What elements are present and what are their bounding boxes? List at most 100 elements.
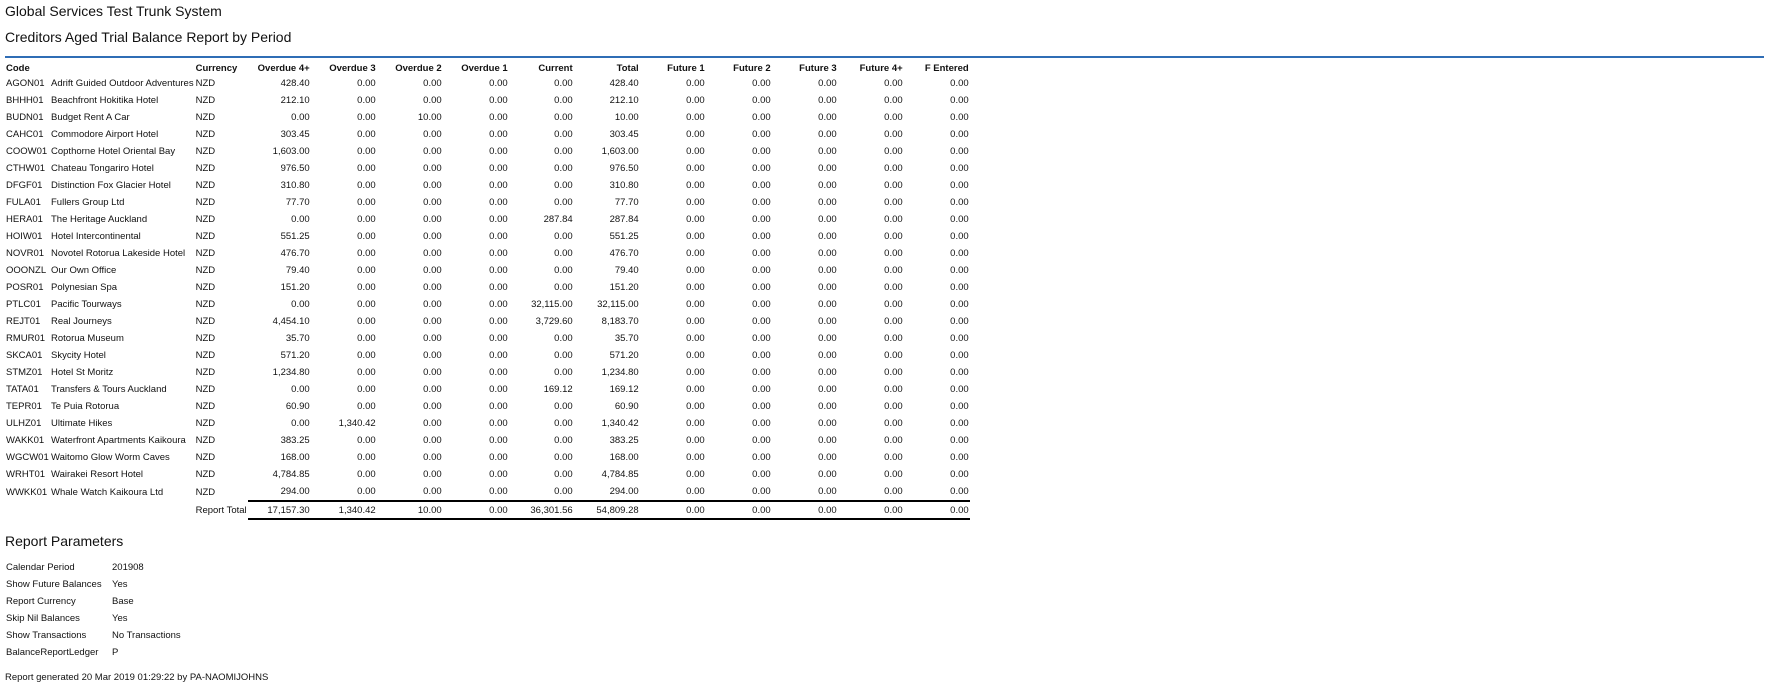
amount-cell: 60.90	[285, 401, 310, 412]
amount-cell: 0.00	[554, 248, 573, 259]
creditor-code: FULA01	[6, 197, 41, 208]
amount-cell: 0.00	[950, 129, 969, 140]
amount-cell: 0.00	[950, 435, 969, 446]
amount-cell: 0.00	[423, 316, 442, 327]
amount-cell: 0.00	[752, 112, 771, 123]
params-title: Report Parameters	[5, 533, 124, 549]
param-label: Report Currency	[6, 596, 76, 607]
amount-cell: 0.00	[818, 265, 837, 276]
amount-cell: 0.00	[752, 299, 771, 310]
amount-cell: 0.00	[950, 282, 969, 293]
amount-cell: 0.00	[554, 163, 573, 174]
amount-cell: 0.00	[686, 112, 705, 123]
amount-cell: 0.00	[818, 112, 837, 123]
total-amount-cell: 36,301.56	[508, 500, 574, 520]
amount-cell: 571.20	[280, 350, 310, 361]
title-divider	[5, 56, 1764, 58]
amount-cell: 0.00	[423, 78, 442, 89]
creditor-name: Te Puia Rotorua	[51, 401, 120, 412]
param-label: Show Transactions	[6, 630, 87, 641]
amount-cell: 0.00	[357, 248, 376, 259]
amount-cell: 0.00	[357, 214, 376, 225]
creditor-code: WRHT01	[6, 469, 46, 480]
column-header: Future 1	[667, 62, 705, 74]
amount-cell: 976.50	[609, 163, 639, 174]
amount-cell: 0.00	[423, 401, 442, 412]
amount-cell: 32,115.00	[531, 299, 573, 310]
amount-cell: 0.00	[423, 299, 442, 310]
amount-cell: 287.84	[609, 214, 639, 225]
table-row: RMUR01 Rotorua Museum NZD 35.70 0.00 0.00 0.00…	[5, 330, 970, 347]
amount-cell: 294.00	[609, 486, 639, 497]
amount-cell: 0.00	[686, 384, 705, 395]
amount-cell: 0.00	[357, 112, 376, 123]
amount-cell: 0.00	[489, 316, 508, 327]
column-header: Overdue 2	[395, 62, 442, 74]
amount-cell: 0.00	[950, 146, 969, 157]
amount-cell: 0.00	[950, 299, 969, 310]
currency-cell: NZD	[195, 401, 216, 412]
amount-cell: 0.00	[291, 299, 310, 310]
amount-cell: 0.00	[950, 367, 969, 378]
column-header	[50, 61, 195, 75]
table-row: PTLC01 Pacific Tourways NZD 0.00 0.00 0.00 0.0…	[5, 296, 970, 313]
column-header: F Entered	[924, 62, 969, 74]
amount-cell: 0.00	[686, 146, 705, 157]
creditor-name: Rotorua Museum	[51, 333, 124, 344]
amount-cell: 0.00	[818, 469, 837, 480]
total-amount-cell: 0.00	[639, 500, 706, 520]
amount-cell: 0.00	[554, 146, 573, 157]
column-header: Overdue 4+	[257, 62, 310, 74]
amount-cell: 0.00	[686, 367, 705, 378]
creditor-code: OOONZL	[6, 265, 47, 276]
creditor-code: BUDN01	[6, 112, 44, 123]
currency-cell: NZD	[195, 265, 216, 276]
amount-cell: 0.00	[423, 486, 442, 497]
creditor-code: TEPR01	[6, 401, 42, 412]
amount-cell: 0.00	[357, 282, 376, 293]
amount-cell: 0.00	[357, 146, 376, 157]
amount-cell: 0.00	[818, 401, 837, 412]
column-header: Overdue 3	[329, 62, 376, 74]
amount-cell: 0.00	[752, 129, 771, 140]
amount-cell: 0.00	[752, 401, 771, 412]
creditor-code: POSR01	[6, 282, 44, 293]
amount-cell: 0.00	[884, 333, 903, 344]
amount-cell: 0.00	[357, 384, 376, 395]
amount-cell: 0.00	[752, 265, 771, 276]
report-total-row: Report Total 17,157.30 1,340.42 10.00 0.00 36…	[5, 500, 970, 520]
amount-cell: 0.00	[752, 95, 771, 106]
amount-cell: 0.00	[291, 214, 310, 225]
amount-cell: 428.40	[280, 78, 310, 89]
amount-cell: 0.00	[818, 214, 837, 225]
amount-cell: 1,340.42	[601, 418, 639, 429]
amount-cell: 151.20	[280, 282, 310, 293]
amount-cell: 0.00	[818, 384, 837, 395]
amount-cell: 571.20	[609, 350, 639, 361]
total-amount-cell: 1,340.42	[310, 500, 377, 520]
amount-cell: 0.00	[686, 316, 705, 327]
creditor-name: Commodore Airport Hotel	[51, 129, 159, 140]
report-total-label: Report Total	[195, 504, 247, 516]
amount-cell: 303.45	[280, 129, 310, 140]
amount-cell: 0.00	[686, 435, 705, 446]
amount-cell: 0.00	[554, 112, 573, 123]
table-row: DFGF01 Distinction Fox Glacier Hotel NZD 31…	[5, 177, 970, 194]
amount-cell: 0.00	[489, 231, 508, 242]
creditor-name: Waitomo Glow Worm Caves	[51, 452, 170, 463]
table-row: TEPR01 Te Puia Rotorua NZD 60.90 0.00 0.00 0.0…	[5, 398, 970, 415]
amount-cell: 0.00	[357, 469, 376, 480]
amount-cell: 0.00	[489, 146, 508, 157]
amount-cell: 0.00	[884, 197, 903, 208]
amount-cell: 77.70	[614, 197, 639, 208]
column-header: Future 4+	[859, 62, 903, 74]
amount-cell: 0.00	[291, 418, 310, 429]
amount-cell: 0.00	[950, 265, 969, 276]
amount-cell: 0.00	[489, 265, 508, 276]
column-header: Code	[6, 62, 30, 74]
amount-cell: 0.00	[752, 418, 771, 429]
amount-cell: 0.00	[818, 299, 837, 310]
amount-cell: 310.80	[609, 180, 639, 191]
amount-cell: 0.00	[489, 333, 508, 344]
amount-cell: 0.00	[554, 350, 573, 361]
